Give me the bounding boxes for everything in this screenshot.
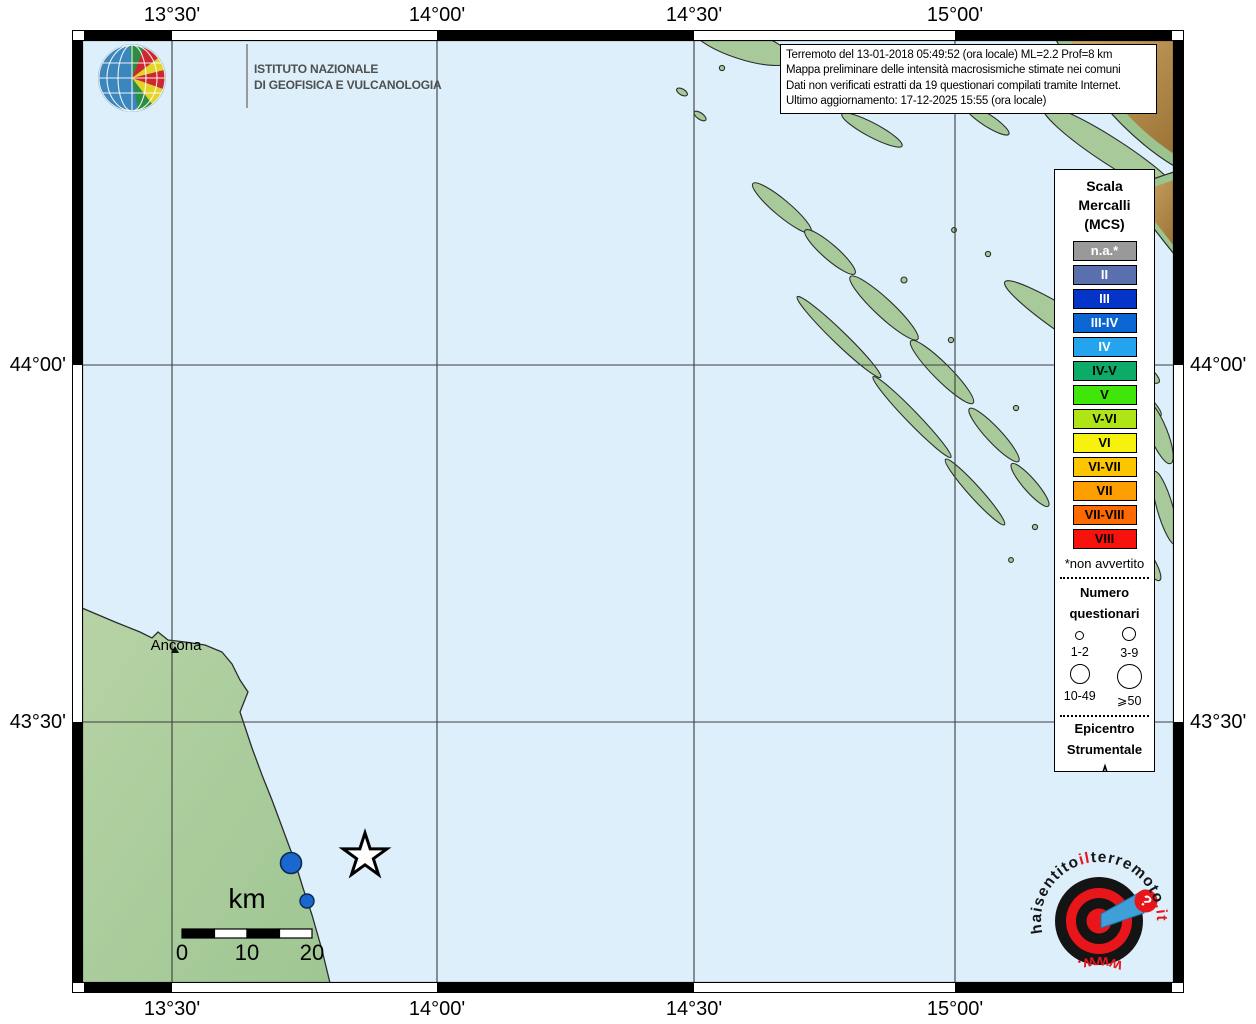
frame-segment: [84, 983, 172, 992]
lon-label-bottom: 15°00': [926, 998, 984, 1020]
frame-segment: [1174, 40, 1183, 365]
lon-label-top: 14°00': [408, 4, 466, 26]
scale-unit-label: km: [228, 883, 266, 914]
frame-segment: [437, 983, 694, 992]
logo-divider: [246, 44, 248, 108]
legend-swatch-na: n.a.*: [1072, 241, 1137, 261]
intensity-point: [279, 851, 303, 875]
frame-segment: [73, 40, 82, 365]
size-label: 10-49: [1063, 689, 1096, 703]
legend-divider: [1060, 715, 1149, 717]
info-line-event: Terremoto del 13-01-2018 05:49:52 (ora l…: [786, 49, 1113, 61]
institute-name: ISTITUTO NAZIONALE DI GEOFISICA E VULCAN…: [254, 61, 442, 93]
legend-title-line: Scala: [1086, 178, 1123, 194]
size-key-item: ⩾50: [1105, 661, 1155, 709]
frame-segment: [73, 722, 82, 983]
lon-label-bottom: 13°30': [143, 998, 201, 1020]
frame-segment: [955, 983, 1172, 992]
size-label: 3-9: [1120, 646, 1139, 660]
earthquake-info-box: Terremoto del 13-01-2018 05:49:52 (ora l…: [780, 44, 1157, 114]
epicenter-title-line2: Strumentale: [1066, 742, 1143, 757]
legend-swatch-v-vi: V-VI: [1072, 409, 1137, 429]
legend-swatch-iii-iv: III-IV: [1072, 313, 1137, 333]
legend-title: Scala Mercalli (MCS): [1055, 170, 1154, 234]
scale-tick-label: 10: [234, 940, 260, 965]
legend-title-line: (MCS): [1084, 216, 1125, 232]
size-circle-xlarge-icon: [1116, 664, 1142, 689]
size-key-item: 10-49: [1055, 661, 1105, 709]
legend-swatch-iv-v: IV-V: [1072, 361, 1137, 381]
lat-label-right: 44°00': [1190, 354, 1247, 376]
legend-swatch-vii: VII: [1072, 481, 1137, 501]
questionnaires-title-line2: questionari: [1069, 606, 1140, 621]
lon-label-top: 14°30': [665, 4, 723, 26]
legend-footnote: *non avvertito: [1064, 556, 1145, 571]
scale-bar: [181, 928, 313, 939]
size-key-item: 1-2: [1055, 624, 1105, 661]
frame-segment: [84, 31, 172, 40]
legend-divider: [1060, 577, 1149, 579]
legend-swatch-iii: III: [1072, 289, 1137, 309]
lat-label-left: 43°30': [9, 711, 66, 733]
lon-label-bottom: 14°00': [408, 998, 466, 1020]
frame-segment: [437, 31, 694, 40]
institute-line1: ISTITUTO NAZIONALE: [254, 62, 379, 76]
legend-swatch-vi: VI: [1072, 433, 1137, 453]
size-circle-medium-icon: [1122, 627, 1137, 641]
size-circle-large-icon: [1069, 664, 1090, 684]
lon-label-top: 13°30': [143, 4, 201, 26]
institute-line2: DI GEOFISICA E VULCANOLOGIA: [254, 78, 442, 92]
legend-swatch-viii: VIII: [1072, 529, 1137, 549]
legend-swatch-vii-viii: VII-VIII: [1072, 505, 1137, 525]
questionnaire-size-key: 1-2 3-9 10-49 ⩾50: [1055, 624, 1154, 709]
scale-tick-label: 0: [175, 940, 189, 965]
intensity-point: [299, 893, 315, 909]
size-label: ⩾50: [1117, 694, 1142, 708]
lon-label-top: 15°00': [926, 4, 984, 26]
legend-panel: Scala Mercalli (MCS) n.a.* II III III-IV…: [1054, 169, 1155, 772]
frame-segment: [1174, 722, 1183, 983]
epicenter-star-icon: [1102, 763, 1107, 771]
info-line-updated: Ultimo aggiornamento: 17-12-2025 15:55 (…: [786, 95, 1047, 108]
ingv-globe-logo: [98, 44, 166, 112]
lat-label-right: 43°30': [1190, 711, 1247, 733]
epicenter-title-line1: Epicentro: [1074, 721, 1135, 736]
legend-swatch-vi-vii: VI-VII: [1072, 457, 1137, 477]
size-key-item: 3-9: [1105, 624, 1155, 661]
lon-label-bottom: 14°30': [665, 998, 723, 1020]
lat-label-left: 44°00': [9, 354, 66, 376]
legend-swatch-ii: II: [1072, 265, 1137, 285]
city-label: Ancona: [150, 637, 202, 654]
frame-segment: [955, 31, 1172, 40]
legend-swatch-iv: IV: [1072, 337, 1137, 357]
info-line-map: Mappa preliminare delle intensità macros…: [786, 64, 1121, 77]
legend-title-line: Mercalli: [1078, 197, 1131, 213]
size-label: 1-2: [1070, 645, 1089, 659]
map-canvas: ? haisentitoilterremoto .it www.: [82, 40, 1174, 983]
scale-tick-label: 20: [299, 940, 325, 965]
info-line-data: Dati non verificati estratti da 19 quest…: [786, 79, 1121, 92]
size-circle-small-icon: [1075, 631, 1085, 640]
questionnaires-title-line1: Numero: [1079, 585, 1130, 600]
legend-swatch-v: V: [1072, 385, 1137, 405]
